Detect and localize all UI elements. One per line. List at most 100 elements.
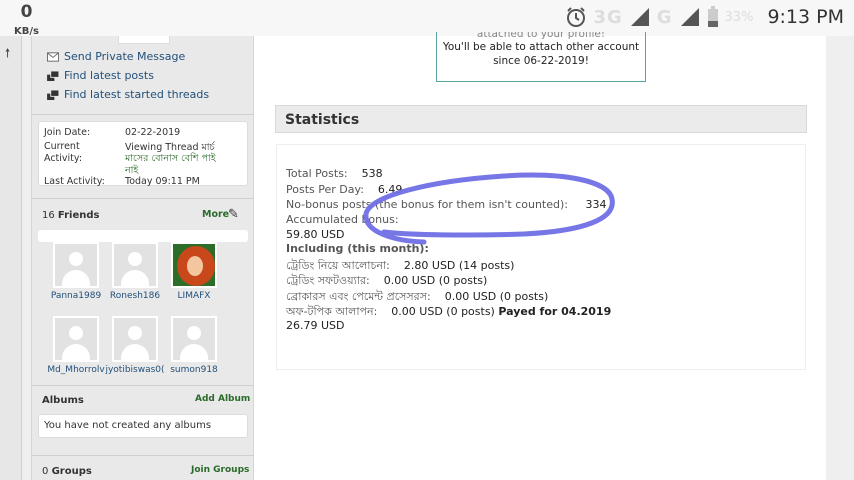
network-g: G <box>656 6 673 28</box>
battery-percent: 33% <box>724 9 754 25</box>
alarm-icon <box>567 7 586 27</box>
divider <box>32 455 254 456</box>
category-label: ট্রেডিং নিয়ে আলোচনা: <box>286 259 390 272</box>
last-activity-label: Last Activity: <box>44 176 105 187</box>
category-value: 0.00 USD (0 posts) <box>444 290 549 303</box>
status-bar: 0 KB/s 3G G 33% 9:13 PM <box>0 0 854 37</box>
nobonus-value: 334 <box>585 198 607 211</box>
avatar[interactable] <box>171 316 217 362</box>
join-groups-link[interactable]: Join Groups <box>191 465 249 475</box>
notice-line2: since 06-22-2019! <box>493 55 589 67</box>
avatar[interactable] <box>112 242 158 288</box>
find-latest-posts-label[interactable]: Find latest posts <box>64 69 154 82</box>
groups-heading: 0 Groups <box>42 466 92 477</box>
posts-per-day-label: Posts Per Day: <box>286 183 364 196</box>
pencil-icon[interactable]: ✎ <box>228 207 239 222</box>
groups-count: 0 <box>42 466 49 477</box>
last-activity-value: Today 09:11 PM <box>125 176 200 187</box>
divider <box>32 198 254 199</box>
category-label: ট্রেডিং সফটওয়্যার: <box>286 274 370 287</box>
total-posts-label: Total Posts: <box>286 167 348 180</box>
account-notice: attached to your profile! You'll be able… <box>436 32 646 82</box>
friend-item[interactable]: sumon918 <box>164 316 224 375</box>
posts-per-day-row: Posts Per Day: 6.49 <box>286 183 402 196</box>
friend-name[interactable]: Md_Mhorrolv <box>46 365 106 375</box>
find-latest-threads-link[interactable]: Find latest started threads <box>47 88 209 101</box>
friend-name[interactable]: jyotibiswas0( <box>105 365 165 375</box>
join-date-label: Join Date: <box>44 127 91 138</box>
posts-icon <box>47 70 59 81</box>
friend-name[interactable]: Panna1989 <box>46 291 106 301</box>
total-posts-row: Total Posts: 538 <box>286 167 383 180</box>
including-label: Including (this month): <box>286 242 429 255</box>
notice-line0: attached to your profile! <box>476 32 606 40</box>
category-label: ব্রোকারস এবং পেমেন্ট প্রসেসরস: <box>286 290 431 303</box>
category-value: 0.00 USD (0 posts) <box>383 274 488 287</box>
category-value: 0.00 USD (0 posts) <box>391 305 495 318</box>
friend-item[interactable]: jyotibiswas0( <box>105 316 165 375</box>
send-private-message-label[interactable]: Send Private Message <box>64 50 185 63</box>
avatar-photo[interactable] <box>171 242 217 288</box>
add-album-link[interactable]: Add Album <box>195 394 250 404</box>
albums-heading: Albums <box>42 395 84 406</box>
join-date-value: 02-22-2019 <box>125 127 181 138</box>
avatar[interactable] <box>53 316 99 362</box>
friends-count: 16 <box>42 210 55 221</box>
speed-value: 0 <box>20 2 33 22</box>
nobonus-row: No-bonus posts (the bonus for them isn't… <box>286 198 606 211</box>
member-info-box: Join Date: 02-22-2019 Current Activity: … <box>38 121 248 187</box>
threads-icon <box>47 89 59 100</box>
friend-name[interactable]: sumon918 <box>164 365 224 375</box>
groups-label: Groups <box>51 466 92 477</box>
albums-empty-text: You have not created any albums <box>44 420 212 431</box>
divider <box>32 385 254 386</box>
right-strip <box>826 36 854 480</box>
accumulated-bonus-label: Accumulated bonus: <box>286 213 399 226</box>
friend-name[interactable]: LIMAFX <box>164 291 224 301</box>
friend-item[interactable]: LIMAFX <box>164 242 224 301</box>
network-speed: 0 KB/s <box>14 4 39 37</box>
avatar[interactable] <box>112 316 158 362</box>
category-label: অফ-টপিক আলাপন: <box>286 305 378 318</box>
albums-empty-box: You have not created any albums <box>38 414 248 438</box>
total-posts-value: 538 <box>361 167 383 180</box>
find-latest-threads-label[interactable]: Find latest started threads <box>64 88 209 101</box>
find-latest-posts-link[interactable]: Find latest posts <box>47 69 154 82</box>
nobonus-label: No-bonus posts (the bonus for them isn't… <box>286 198 568 211</box>
statistics-heading: Statistics <box>275 105 807 133</box>
network-type: 3G <box>593 6 623 28</box>
main-content: attached to your profile! You'll be able… <box>254 32 826 480</box>
friends-box-top <box>38 230 248 242</box>
status-right: 3G G 33% 9:13 PM <box>565 6 844 28</box>
friend-item[interactable]: Md_Mhorrolv <box>46 316 106 375</box>
friends-heading: 16 Friends <box>42 210 99 221</box>
friends-grid: Panna1989 Ronesh186 LIMAFX Md_Mhorrolv j… <box>38 230 248 380</box>
left-strip: 🠕 <box>0 36 22 480</box>
payed-value: 26.79 USD <box>286 319 345 332</box>
friend-item[interactable]: Ronesh186 <box>105 242 165 301</box>
posts-per-day-value: 6.49 <box>377 183 403 196</box>
friend-item[interactable]: Panna1989 <box>46 242 106 301</box>
divider <box>32 114 254 115</box>
current-activity-label-1: Current <box>44 141 80 152</box>
payed-label: Payed for 04.2019 <box>498 305 612 318</box>
clock-time: 9:13 PM <box>767 6 844 28</box>
envelope-icon <box>47 51 59 62</box>
friends-label: Friends <box>57 210 100 221</box>
statistics-box: Total Posts: 538 Posts Per Day: 6.49 No-… <box>276 144 806 370</box>
profile-sidebar: Send Private Message Find latest posts F… <box>31 36 254 480</box>
avatar-frame-bottom <box>118 36 170 44</box>
send-private-message-link[interactable]: Send Private Message <box>47 50 185 63</box>
avatar[interactable] <box>53 242 99 288</box>
notice-line1: You'll be able to attach other account <box>442 41 640 53</box>
current-activity-line2[interactable]: মাসের বোনাস বেশি পাই <box>125 152 216 167</box>
current-activity-label-2: Activity: <box>44 153 83 164</box>
scroll-up-arrow-icon[interactable]: 🠕 <box>5 44 10 65</box>
accumulated-bonus-value: 59.80 USD <box>286 228 345 241</box>
battery-icon <box>707 6 718 27</box>
friends-more-link[interactable]: More <box>202 209 229 220</box>
signal-icon-2 <box>680 8 699 26</box>
category-value: 2.80 USD (14 posts) <box>403 259 515 272</box>
signal-icon <box>630 8 649 26</box>
friend-name[interactable]: Ronesh186 <box>105 291 165 301</box>
